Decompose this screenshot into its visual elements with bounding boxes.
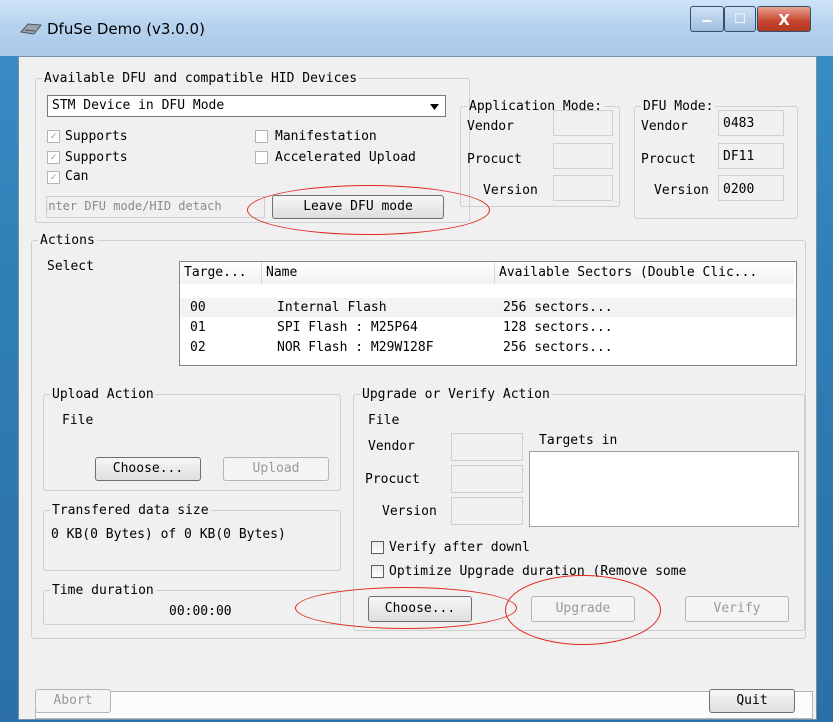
- device-select-value: STM Device in DFU Mode: [52, 98, 225, 113]
- target-row[interactable]: 00 Internal Flash 256 sectors...: [180, 298, 796, 317]
- targets-in-list[interactable]: [529, 451, 799, 527]
- dfu-version-field: 0200: [718, 175, 784, 201]
- app-icon: [20, 23, 42, 35]
- dfu-version-label: Version: [654, 183, 709, 198]
- app-version-field: [553, 175, 613, 201]
- devices-group-legend: Available DFU and compatible HID Devices: [44, 71, 358, 86]
- optimize-upgrade-checkbox[interactable]: [371, 565, 384, 578]
- target-row[interactable]: 02 NOR Flash : M29W128F 256 sectors...: [180, 338, 796, 357]
- dfu-vendor-value: 0483: [723, 116, 755, 131]
- device-select[interactable]: STM Device in DFU Mode: [47, 95, 446, 117]
- maximize-button[interactable]: ☐: [724, 6, 756, 32]
- upgrade-vendor-field: [451, 433, 523, 461]
- verify-after-download-label: Verify after downl: [389, 540, 530, 555]
- actions-legend: Actions: [40, 233, 95, 248]
- quit-button[interactable]: Quit: [709, 689, 795, 713]
- chevron-down-icon: [430, 104, 439, 110]
- can-checkbox: ✓: [47, 171, 60, 184]
- upgrade-button[interactable]: Upgrade: [531, 596, 635, 622]
- progress-bar: [35, 691, 813, 719]
- upload-action-legend: Upload Action: [52, 387, 154, 402]
- upgrade-version-field: [451, 497, 523, 525]
- manifestation-label: Manifestation: [275, 129, 377, 144]
- minimize-button[interactable]: ‒: [690, 6, 724, 32]
- dfu-product-field: DF11: [718, 143, 784, 169]
- dfu-mode-legend: DFU Mode:: [643, 99, 714, 114]
- column-header-target[interactable]: Targe...: [180, 262, 262, 284]
- upload-file-label: File: [62, 413, 94, 428]
- upload-button[interactable]: Upload: [223, 457, 329, 481]
- supports-checkbox-1: ✓: [47, 130, 60, 143]
- target-row[interactable]: 01 SPI Flash : M25P64 128 sectors...: [180, 318, 796, 337]
- time-duration-value: 00:00:00: [169, 604, 232, 619]
- transfer-legend: Transfered data size: [52, 503, 209, 518]
- verify-after-download-checkbox[interactable]: [371, 541, 384, 554]
- dfu-version-value: 0200: [723, 182, 755, 197]
- upgrade-product-label: Procuct: [365, 472, 420, 487]
- app-product-field: [553, 143, 613, 169]
- hid-detach-text: Enter DFU mode/HID detach: [46, 199, 222, 213]
- verify-button[interactable]: Verify: [685, 596, 789, 622]
- upgrade-vendor-label: Vendor: [368, 439, 415, 454]
- column-header-name[interactable]: Name: [262, 262, 495, 284]
- transfer-size-text: 0 KB(0 Bytes) of 0 KB(0 Bytes): [51, 527, 286, 542]
- column-header-sectors[interactable]: Available Sectors (Double Clic...: [495, 262, 794, 284]
- minimize-icon: ‒: [701, 11, 713, 29]
- window-title: DfuSe Demo (v3.0.0): [47, 20, 205, 38]
- time-duration-legend: Time duration: [52, 583, 154, 598]
- dfu-vendor-label: Vendor: [641, 119, 688, 134]
- leave-dfu-mode-button[interactable]: Leave DFU mode: [272, 195, 444, 219]
- dfu-vendor-field: 0483: [718, 110, 784, 136]
- upgrade-product-field: [451, 465, 523, 493]
- upgrade-file-label: File: [368, 413, 400, 428]
- optimize-upgrade-label: Optimize Upgrade duration (Remove some: [389, 564, 687, 579]
- supports-label-2: Supports: [65, 150, 128, 165]
- supports-checkbox-2: ✓: [47, 151, 60, 164]
- close-icon: X: [778, 11, 790, 29]
- targets-in-label: Targets in: [539, 433, 618, 448]
- maximize-icon: ☐: [734, 12, 746, 27]
- close-button[interactable]: X: [757, 6, 811, 32]
- abort-button[interactable]: Abort: [35, 689, 111, 713]
- upgrade-version-label: Version: [382, 504, 437, 519]
- manifestation-checkbox: [255, 130, 268, 143]
- hid-detach-field: Enter DFU mode/HID detach: [46, 196, 265, 218]
- dialog-client-area: Available DFU and compatible HID Devices…: [18, 56, 817, 720]
- upgrade-choose-button[interactable]: Choose...: [368, 596, 472, 622]
- can-label: Can: [65, 169, 89, 184]
- app-version-label: Version: [483, 183, 538, 198]
- upload-choose-button[interactable]: Choose...: [95, 457, 201, 481]
- dfu-product-value: DF11: [723, 149, 755, 164]
- accelerated-upload-label: Accelerated Upload: [275, 150, 416, 165]
- accelerated-upload-checkbox: [255, 151, 268, 164]
- select-label: Select: [47, 259, 94, 274]
- targets-list[interactable]: Targe... Name Available Sectors (Double …: [179, 261, 797, 366]
- app-product-label: Procuct: [467, 152, 522, 167]
- upgrade-verify-legend: Upgrade or Verify Action: [362, 387, 550, 402]
- app-vendor-label: Vendor: [467, 119, 514, 134]
- supports-label-1: Supports: [65, 129, 128, 144]
- dfu-product-label: Procuct: [641, 152, 696, 167]
- app-vendor-field: [553, 110, 613, 136]
